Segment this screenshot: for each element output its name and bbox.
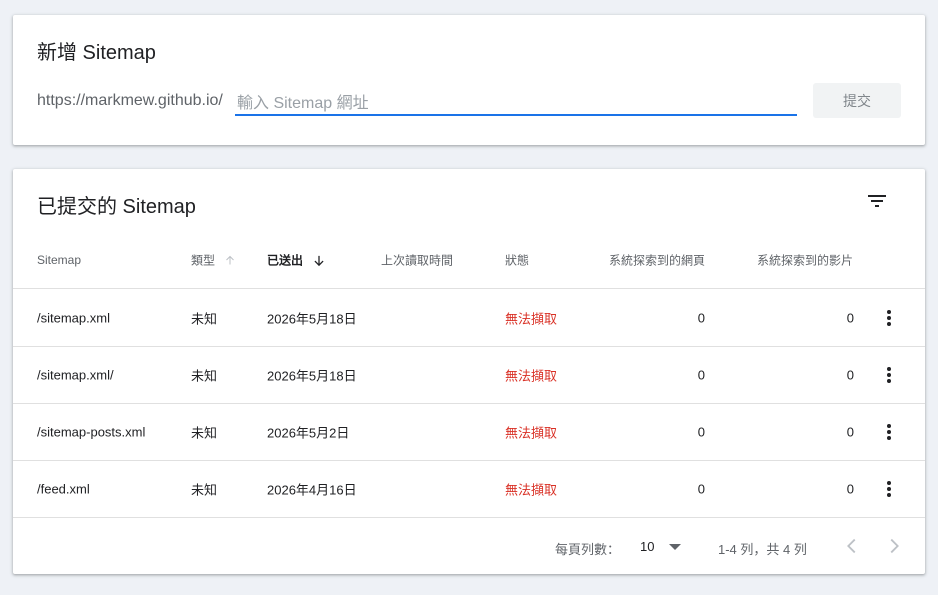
column-header-last-read[interactable]: 上次讀取時間	[381, 251, 453, 268]
cell-sitemap[interactable]: /sitemap.xml	[37, 311, 110, 326]
submitted-sitemaps-card: 已提交的 Sitemap Sitemap 類型 已送出 上次讀取時間 狀態 系統…	[13, 169, 925, 574]
more-vert-icon[interactable]	[879, 306, 899, 330]
chevron-left-icon[interactable]	[841, 534, 863, 558]
sitemap-url-input[interactable]	[235, 91, 797, 116]
more-vert-icon[interactable]	[879, 420, 899, 444]
cell-status: 無法擷取	[505, 311, 558, 327]
caret-down-icon[interactable]	[668, 542, 682, 552]
rows-per-page-select[interactable]: 10	[640, 539, 654, 554]
filter-icon[interactable]	[865, 189, 889, 213]
cell-sent: 2026年5月2日	[267, 425, 350, 441]
cell-sitemap[interactable]: /sitemap-posts.xml	[37, 425, 145, 440]
cell-sitemap[interactable]: /feed.xml	[37, 482, 90, 497]
cell-type: 未知	[191, 482, 218, 498]
column-header-sent[interactable]: 已送出	[267, 251, 326, 268]
submitted-sitemaps-title: 已提交的 Sitemap	[37, 196, 196, 218]
pagination: 每頁列數： 10 1-4 列，共 4 列	[13, 529, 925, 565]
cell-videos: 0	[846, 424, 854, 440]
cell-type: 未知	[191, 311, 218, 327]
cell-sitemap[interactable]: /sitemap.xml/	[37, 368, 114, 383]
cell-sent: 2026年4月16日	[267, 482, 357, 498]
add-sitemap-title: 新增 Sitemap	[37, 42, 156, 64]
arrow-down-icon	[314, 256, 324, 267]
column-header-sent-label: 已送出	[267, 253, 304, 267]
table-row[interactable]: /sitemap.xml/未知 2026年5月18日 無法擷取 0 0	[13, 347, 925, 404]
table-header: Sitemap 類型 已送出 上次讀取時間 狀態 系統探索到的網頁 系統探索到的…	[13, 231, 925, 289]
column-header-videos[interactable]: 系統探索到的影片	[757, 251, 853, 268]
chevron-right-icon[interactable]	[883, 534, 905, 558]
table-row[interactable]: /sitemap.xml 未知 2026年5月18日 無法擷取 0 0	[13, 290, 925, 347]
column-header-pages[interactable]: 系統探索到的網頁	[609, 251, 705, 268]
cell-status: 無法擷取	[505, 368, 558, 384]
cell-videos: 0	[846, 367, 854, 383]
url-prefix: https://markmew.github.io/	[37, 92, 223, 109]
cell-videos: 0	[846, 481, 854, 497]
submit-button[interactable]: 提交	[813, 83, 901, 118]
more-vert-icon[interactable]	[879, 477, 899, 501]
cell-sent: 2026年5月18日	[267, 311, 357, 327]
arrow-up-icon	[226, 256, 235, 265]
column-header-sitemap[interactable]: Sitemap	[37, 253, 81, 267]
column-header-type-label: 類型	[191, 253, 216, 267]
more-vert-icon[interactable]	[879, 363, 899, 387]
cell-type: 未知	[191, 368, 218, 384]
table-row[interactable]: /feed.xml 未知 2026年4月16日 無法擷取 0 0	[13, 461, 925, 518]
cell-type: 未知	[191, 425, 218, 441]
cell-status: 無法擷取	[505, 425, 558, 441]
cell-status: 無法擷取	[505, 482, 558, 498]
cell-sent: 2026年5月18日	[267, 368, 357, 384]
page-range: 1-4 列，共 4 列	[718, 542, 807, 557]
table-row[interactable]: /sitemap-posts.xml 未知 2026年5月2日 無法擷取 0 0	[13, 404, 925, 461]
cell-pages: 0	[697, 481, 705, 497]
column-header-status[interactable]: 狀態	[505, 251, 529, 268]
add-sitemap-card: 新增 Sitemap https://markmew.github.io/ 提交	[13, 15, 925, 145]
cell-pages: 0	[697, 424, 705, 440]
column-header-type[interactable]: 類型	[191, 251, 236, 268]
cell-videos: 0	[846, 310, 854, 326]
cell-pages: 0	[697, 367, 705, 383]
rows-per-page-label: 每頁列數：	[555, 542, 621, 557]
cell-pages: 0	[697, 310, 705, 326]
